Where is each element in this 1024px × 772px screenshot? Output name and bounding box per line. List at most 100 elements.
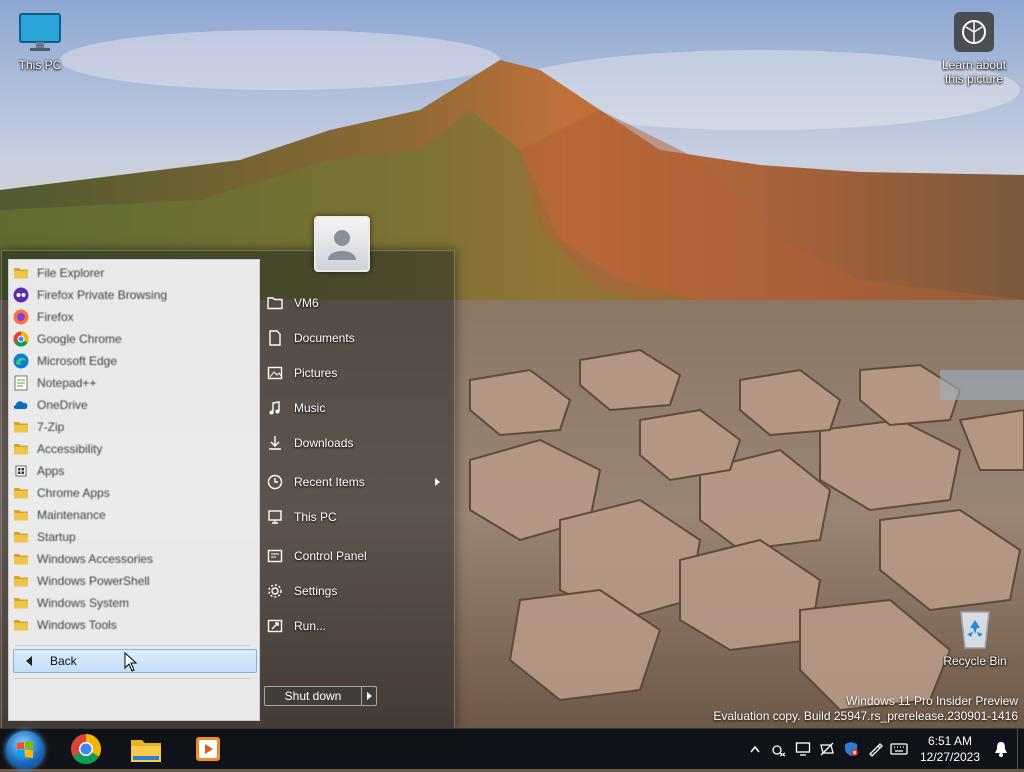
notification-bell-icon[interactable]: [991, 739, 1011, 759]
monitor-icon: [18, 10, 62, 54]
shutdown-options-button[interactable]: [362, 686, 377, 706]
user-avatar[interactable]: [314, 216, 370, 272]
start-place-vm6[interactable]: VM6: [266, 292, 444, 314]
program-item[interactable]: Maintenance: [9, 504, 259, 526]
program-item[interactable]: Chrome Apps: [9, 482, 259, 504]
start-place-this-pc[interactable]: This PC: [266, 506, 444, 528]
taskbar: 6:51 AM 12/27/2023: [0, 728, 1024, 769]
program-item[interactable]: Google Chrome: [9, 328, 259, 350]
folder-icon: [13, 617, 29, 633]
program-item-label: Windows Tools: [37, 618, 117, 632]
folder-icon: [13, 573, 29, 589]
shutdown-button[interactable]: Shut down: [264, 686, 362, 706]
onedrive-icon: [13, 397, 29, 413]
start-place-pictures[interactable]: Pictures: [266, 362, 444, 384]
program-item[interactable]: Notepad++: [9, 372, 259, 394]
network-off-icon[interactable]: [769, 739, 789, 759]
back-button-label: Back: [50, 654, 77, 668]
display-icon[interactable]: [793, 739, 813, 759]
picture-icon: [266, 364, 284, 382]
program-item-label: Windows PowerShell: [37, 574, 150, 588]
separator: [15, 678, 251, 679]
program-item-label: 7-Zip: [37, 420, 65, 434]
program-item[interactable]: Windows PowerShell: [9, 570, 259, 592]
start-place-documents[interactable]: Documents: [266, 327, 444, 349]
start-place-label: Run...: [294, 619, 327, 633]
program-item-label: Maintenance: [37, 508, 106, 522]
folder-icon: [13, 419, 29, 435]
os-watermark: Windows 11 Pro Insider Preview Evaluatio…: [713, 694, 1018, 724]
program-item[interactable]: Firefox Private Browsing: [9, 284, 259, 306]
desktop-icon-recycle-bin[interactable]: Recycle Bin: [935, 606, 1015, 668]
start-place-control-panel[interactable]: Control Panel: [266, 545, 444, 567]
taskbar-chrome[interactable]: [68, 731, 104, 767]
start-place-label: Recent Items: [294, 475, 365, 489]
start-place-label: Documents: [294, 331, 355, 345]
program-item-label: OneDrive: [37, 398, 88, 412]
desktop-icon-label-line2: this picture: [944, 72, 1004, 86]
program-item[interactable]: Firefox: [9, 306, 259, 328]
program-item[interactable]: Startup: [9, 526, 259, 548]
program-item[interactable]: Microsoft Edge: [9, 350, 259, 372]
chevron-up-icon[interactable]: [745, 739, 765, 759]
chrome-icon: [13, 331, 29, 347]
start-place-label: Pictures: [294, 366, 338, 380]
folder-outline-icon: [266, 294, 284, 312]
program-item[interactable]: OneDrive: [9, 394, 259, 416]
control-panel-icon: [266, 547, 284, 565]
program-item[interactable]: File Explorer: [9, 262, 259, 284]
media-player-icon: [196, 737, 220, 761]
clock-time: 6:51 AM: [927, 734, 973, 748]
program-item[interactable]: Accessibility: [9, 438, 259, 460]
pen-icon[interactable]: [865, 739, 885, 759]
apps-icon: [13, 463, 29, 479]
computer-icon: [266, 508, 284, 526]
program-item-label: Startup: [37, 530, 76, 544]
program-item-label: Google Chrome: [37, 332, 122, 346]
network-icon[interactable]: [817, 739, 837, 759]
program-item[interactable]: 7-Zip: [9, 416, 259, 438]
show-desktop-button[interactable]: [1017, 729, 1024, 769]
folder-icon: [13, 265, 29, 281]
program-item-label: Microsoft Edge: [37, 354, 118, 368]
watermark-line1: Windows 11 Pro Insider Preview: [846, 694, 1018, 708]
keyboard-icon[interactable]: [889, 739, 909, 759]
program-item[interactable]: Windows Accessories: [9, 548, 259, 570]
taskbar-media-player[interactable]: [190, 731, 226, 767]
clock[interactable]: 6:51 AM 12/27/2023: [915, 733, 985, 765]
start-button[interactable]: [6, 731, 44, 769]
watermark-line2: Evaluation copy. Build 25947.rs_prerelea…: [713, 709, 1018, 723]
program-item[interactable]: Apps: [9, 460, 259, 482]
desktop-icon-this-pc[interactable]: This PC: [0, 10, 80, 72]
user-silhouette-icon: [328, 230, 356, 260]
program-item-label: Accessibility: [37, 442, 103, 456]
program-item-label: Notepad++: [37, 376, 97, 390]
program-item[interactable]: Windows Tools: [9, 614, 259, 636]
windows-logo-icon: [17, 741, 33, 758]
start-place-recent-items[interactable]: Recent Items: [266, 471, 444, 493]
start-place-settings[interactable]: Settings: [266, 580, 444, 602]
taskbar-file-explorer[interactable]: [128, 731, 164, 767]
camera-info-icon: [952, 10, 996, 54]
start-place-label: VM6: [294, 296, 319, 310]
start-place-label: Control Panel: [294, 549, 367, 563]
desktop-icon-label: This PC: [18, 58, 62, 72]
chrome-icon: [71, 734, 102, 765]
start-place-downloads[interactable]: Downloads: [266, 432, 444, 454]
folder-icon: [13, 507, 29, 523]
gear-icon: [266, 582, 284, 600]
mouse-cursor-icon: [124, 652, 138, 672]
program-item-label: Chrome Apps: [37, 486, 110, 500]
start-place-run[interactable]: Run...: [266, 615, 444, 637]
desktop-icon-label: Recycle Bin: [943, 654, 1007, 668]
chevron-right-icon: [366, 692, 372, 700]
program-item[interactable]: Windows System: [9, 592, 259, 614]
security-icon[interactable]: [841, 739, 861, 759]
desktop-icon-learn-about-picture[interactable]: Learn about this picture: [934, 10, 1014, 86]
folder-icon: [13, 551, 29, 567]
desktop-icon-label-line1: Learn about: [941, 58, 1007, 72]
start-place-music[interactable]: Music: [266, 397, 444, 419]
start-place-label: Downloads: [294, 436, 354, 450]
document-icon: [266, 329, 284, 347]
file-explorer-icon: [131, 740, 161, 762]
